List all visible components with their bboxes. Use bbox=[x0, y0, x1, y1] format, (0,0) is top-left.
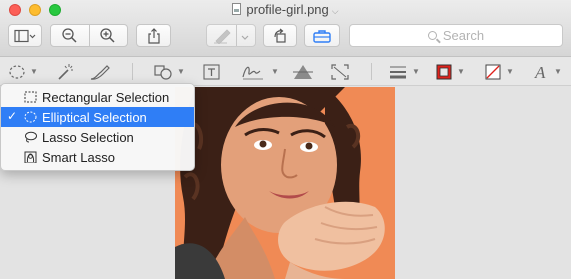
preview-window: profile-girl.png ⌵ Search ▼ ▼ ▼ ▼ ▼ ▼ A … bbox=[0, 0, 571, 279]
pen-icon bbox=[214, 29, 231, 45]
adjust-size-button[interactable] bbox=[330, 61, 350, 82]
title-menu-chevron-icon: ⌵ bbox=[331, 6, 339, 16]
document-icon bbox=[232, 3, 242, 15]
menu-item-smart-lasso[interactable]: Smart Lasso bbox=[1, 147, 194, 167]
share-icon bbox=[147, 27, 160, 44]
shapes-button[interactable]: ▼ bbox=[153, 61, 185, 82]
zoom-in-button[interactable] bbox=[99, 27, 117, 50]
zoom-out-button[interactable] bbox=[61, 27, 79, 50]
text-style-button[interactable]: A ▼ bbox=[534, 61, 562, 82]
markup-toolbar-button[interactable] bbox=[304, 24, 340, 47]
text-box-icon bbox=[203, 63, 220, 80]
markup-toolbar: ▼ ▼ ▼ ▼ ▼ ▼ A ▼ bbox=[0, 57, 571, 86]
shape-style-button[interactable]: ▼ bbox=[388, 61, 420, 82]
text-style-icon: A bbox=[534, 63, 546, 81]
zoom-divider bbox=[89, 25, 90, 46]
menu-item-lasso-selection[interactable]: Lasso Selection bbox=[1, 127, 194, 147]
menu-item-elliptical-selection[interactable]: ✓ Elliptical Selection bbox=[1, 107, 194, 127]
zoom-in-icon bbox=[100, 28, 115, 43]
fill-color-button[interactable]: ▼ bbox=[484, 61, 514, 82]
search-placeholder: Search bbox=[442, 28, 485, 43]
lasso-icon bbox=[25, 131, 37, 143]
magic-wand-icon bbox=[58, 63, 73, 80]
annotate-divider bbox=[236, 25, 237, 46]
menu-item-label: Lasso Selection bbox=[42, 129, 134, 145]
sketch-pen-icon bbox=[90, 64, 110, 80]
instant-alpha-button[interactable] bbox=[55, 61, 75, 82]
resize-icon bbox=[331, 63, 349, 80]
search-field[interactable]: Search bbox=[349, 24, 563, 47]
menu-item-label: Elliptical Selection bbox=[42, 109, 147, 125]
svg-text:A: A bbox=[534, 63, 546, 81]
adjust-color-icon bbox=[293, 64, 313, 79]
adjust-color-button[interactable] bbox=[292, 61, 314, 82]
menu-item-label: Rectangular Selection bbox=[42, 89, 170, 105]
window-title: profile-girl.png bbox=[246, 2, 329, 17]
rotate-button[interactable] bbox=[263, 24, 297, 47]
toolbox-icon bbox=[313, 29, 331, 43]
fill-color-none-icon bbox=[485, 64, 501, 79]
chevron-down-icon: ▼ bbox=[30, 67, 38, 76]
border-color-swatch-icon bbox=[436, 64, 452, 79]
profile-photo bbox=[175, 87, 395, 279]
smart-lasso-icon bbox=[24, 151, 37, 163]
rotate-left-icon bbox=[274, 28, 286, 43]
sidebar-icon bbox=[14, 29, 36, 42]
titlebar: profile-girl.png ⌵ Search bbox=[0, 0, 571, 57]
shapes-icon bbox=[154, 64, 172, 80]
annotate-menu-button[interactable] bbox=[240, 30, 250, 48]
zoom-out-icon bbox=[62, 28, 77, 43]
menu-item-label: Smart Lasso bbox=[42, 149, 115, 165]
annotate-button[interactable] bbox=[213, 28, 233, 49]
chevron-down-icon: ▼ bbox=[412, 67, 420, 76]
toolbar-separator bbox=[371, 63, 372, 80]
menu-item-rectangular-selection[interactable]: Rectangular Selection bbox=[1, 87, 194, 107]
toolbar-separator bbox=[132, 63, 133, 80]
chevron-down-icon: ▼ bbox=[506, 67, 514, 76]
rectangle-dashed-icon bbox=[24, 91, 37, 103]
text-tool-button[interactable] bbox=[202, 61, 222, 82]
chevron-down-icon bbox=[241, 35, 249, 40]
selection-tool-menu: Rectangular Selection ✓ Elliptical Selec… bbox=[0, 83, 195, 171]
line-style-icon bbox=[390, 66, 406, 78]
chevron-down-icon: ▼ bbox=[457, 67, 465, 76]
signature-button[interactable]: ▼ bbox=[241, 61, 279, 82]
ellipse-dashed-icon bbox=[24, 111, 37, 123]
checkmark-icon: ✓ bbox=[7, 109, 18, 123]
border-color-button[interactable]: ▼ bbox=[435, 61, 465, 82]
ellipse-selection-icon bbox=[9, 64, 25, 79]
chevron-down-icon: ▼ bbox=[177, 67, 185, 76]
sketch-tool-button[interactable] bbox=[89, 61, 111, 82]
chevron-down-icon: ▼ bbox=[554, 67, 562, 76]
share-button[interactable] bbox=[136, 24, 171, 47]
chevron-down-icon: ▼ bbox=[271, 67, 279, 76]
selection-tool-button[interactable]: ▼ bbox=[8, 61, 38, 82]
search-icon bbox=[427, 31, 437, 40]
view-menu-button[interactable] bbox=[8, 24, 42, 47]
profile-girl-image bbox=[175, 87, 395, 279]
window-title-area[interactable]: profile-girl.png ⌵ bbox=[0, 2, 571, 17]
signature-icon bbox=[242, 66, 263, 79]
